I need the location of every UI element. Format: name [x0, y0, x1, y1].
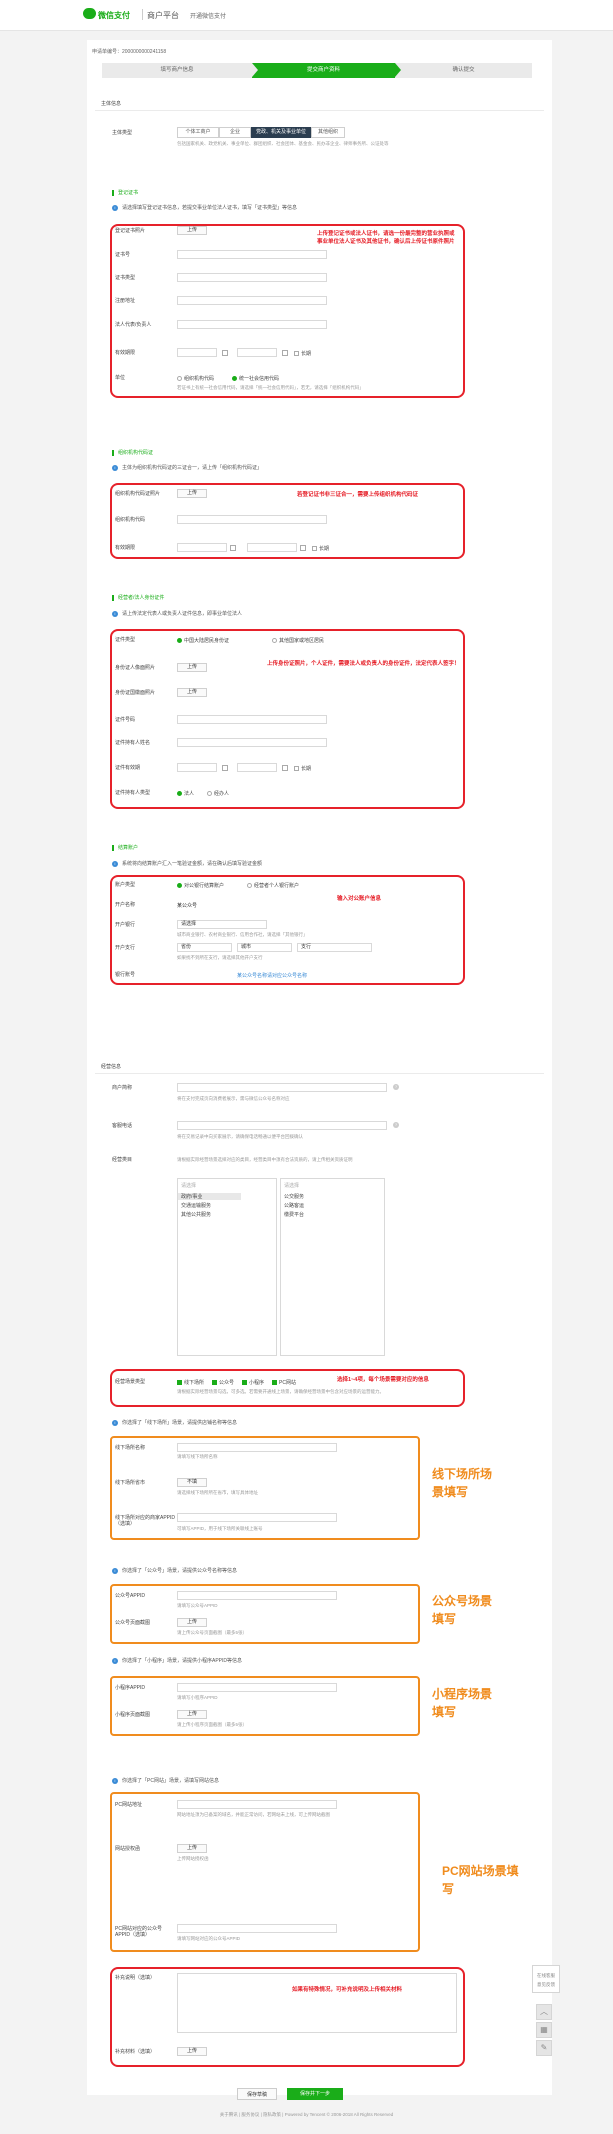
section-title-org: 组织机构代码证: [112, 450, 153, 456]
org-tip-text: 主体为组织机构代码证的三证合一，请上传「组织机构代码证」: [122, 465, 263, 471]
main-panel: 申请单编号：2000000000241158 填写商户信息 提交商户资料 确认提…: [87, 40, 552, 2100]
offline-annotation: 线下场所场景填写: [432, 1467, 493, 1499]
pc-annotation: PC网站场景填写: [442, 1864, 519, 1896]
pc-tip-text: 你选择了「PC网站」场景，请填写网站信息: [122, 1778, 219, 1784]
biz-short-name-label: 商户简称: [112, 1085, 133, 1091]
mp-annotation: 公众号场景填写: [432, 1594, 493, 1626]
cert-tip-text: 请选择填写登记证书信息，若提交事业单位法人证书，填写「证书类型」等信息: [122, 205, 298, 211]
biz-category-label: 经营类目: [112, 1157, 133, 1163]
settle-tip: i 系统将向结算账户汇入一笔验证金额，请在确认后填写验证金额: [112, 860, 262, 867]
step-confirm: 确认提交: [395, 63, 532, 78]
cert-highlight-box: [110, 224, 465, 398]
section-title-settle: 结算账户: [112, 845, 138, 851]
scene-highlight-box: [110, 1369, 465, 1407]
biz-short-name-input[interactable]: [177, 1083, 387, 1092]
subject-type-government[interactable]: 党政、机关及事业单位: [251, 127, 311, 138]
cert-tip: i 请选择填写登记证书信息，若提交事业单位法人证书，填写「证书类型」等信息: [112, 204, 297, 211]
group-title-entity: 主体信息: [101, 101, 122, 107]
online-service-button[interactable]: 在线客服 意见反馈: [532, 1965, 560, 1993]
apply-number: 申请单编号：2000000000241158: [92, 49, 167, 55]
category-item[interactable]: 交通运输服务: [181, 1202, 211, 1209]
step-fill-info: 填写商户信息: [102, 63, 252, 78]
progress-steps: 填写商户信息 提交商户资料 确认提交: [102, 63, 532, 78]
footer: 关于腾讯 | 服务协议 | 隐私政策 | Powered by Tencent …: [219, 2112, 394, 2117]
id-highlight-box: [110, 629, 465, 809]
open-wechat-pay-link[interactable]: 开通微信支付: [190, 11, 226, 20]
biz-category-hint: 请根据实际经营场景选择对应的类目，经营类目中须有合法资质的，请上传相关资质证明: [177, 1157, 353, 1162]
category-item[interactable]: 其他公共服务: [181, 1211, 211, 1218]
info-icon: i: [112, 464, 118, 471]
mp-tip-text: 你选择了「公众号」场景，请提供公众号名称等信息: [122, 1568, 238, 1574]
info-icon: i: [112, 1419, 118, 1426]
mini-annotation: 小程序场景填写: [432, 1687, 493, 1719]
extra-highlight-box: [110, 1967, 465, 2067]
info-icon: i: [112, 610, 118, 617]
help-icon[interactable]: ?: [393, 1084, 399, 1090]
biz-short-name-hint: 将在支付完成页向消费者展示，需与微信公众号名称对应: [177, 1096, 290, 1101]
category-search-right[interactable]: 请选择: [284, 1182, 299, 1189]
save-draft-button[interactable]: 保存草稿: [237, 2088, 277, 2100]
header-divider: [142, 9, 143, 20]
divider: [95, 1073, 544, 1074]
subject-type-individual[interactable]: 个体工商户: [177, 127, 219, 138]
offline-highlight-box: [110, 1436, 420, 1540]
mini-tip: i 你选择了「小程序」场景，请提供小程序APPID等信息: [112, 1657, 242, 1664]
category-item[interactable]: 公交服务: [284, 1193, 304, 1200]
section-title-id: 经营者/法人身份证件: [112, 595, 164, 601]
mp-highlight-box: [110, 1584, 420, 1644]
mp-tip: i 你选择了「公众号」场景，请提供公众号名称等信息: [112, 1567, 237, 1574]
settle-highlight-box: [110, 875, 465, 985]
biz-phone-input[interactable]: [177, 1121, 387, 1130]
category-item[interactable]: 政府/事业: [178, 1193, 241, 1200]
info-icon: i: [112, 1657, 118, 1664]
biz-phone-hint: 将在交易记录中向买家展示，请确保电话畅通以便平台回拨确认: [177, 1134, 303, 1139]
mini-tip-text: 你选择了「小程序」场景，请提供小程序APPID等信息: [122, 1658, 243, 1664]
step-arrow-icon: [252, 63, 258, 77]
pc-tip: i 你选择了「PC网站」场景，请填写网站信息: [112, 1777, 219, 1784]
offline-tip-text: 你选择了「线下场所」场景，请提供店铺名称等信息: [122, 1420, 238, 1426]
top-bar: 微信支付 商户平台 开通微信支付: [0, 0, 613, 31]
feedback-label: 意见反馈: [537, 1982, 555, 1987]
info-icon: i: [112, 1567, 118, 1574]
wechat-pay-logo-icon: [83, 8, 96, 19]
save-next-button[interactable]: 保存并下一步: [287, 2088, 343, 2100]
qrcode-icon[interactable]: ▦: [536, 2022, 552, 2038]
step-submit-materials: 提交商户资料: [252, 63, 395, 78]
group-title-business: 经营信息: [101, 1064, 122, 1070]
info-icon: i: [112, 1777, 118, 1784]
pc-highlight-box: [110, 1792, 420, 1952]
merchant-platform-title: 商户平台: [147, 11, 179, 20]
biz-phone-label: 客服电话: [112, 1123, 133, 1129]
subject-type-label: 主体类型: [112, 130, 133, 136]
step-arrow-icon: [395, 63, 401, 77]
id-tip-text: 请上传法定代表人或负责人证件信息，即事业单位法人: [122, 611, 243, 617]
org-highlight-box: [110, 483, 465, 559]
subject-type-other[interactable]: 其他组织: [311, 127, 345, 138]
org-tip: i 主体为组织机构代码证的三证合一，请上传「组织机构代码证」: [112, 464, 262, 471]
category-item[interactable]: 公路客运: [284, 1202, 304, 1209]
info-icon: i: [112, 204, 118, 211]
id-tip: i 请上传法定代表人或负责人证件信息，即事业单位法人: [112, 610, 242, 617]
divider: [95, 110, 544, 111]
category-list-right[interactable]: 请选择 公交服务 公路客运 缴费平台: [280, 1178, 385, 1356]
mini-highlight-box: [110, 1676, 420, 1736]
brand-name: 微信支付: [98, 11, 130, 20]
settle-tip-text: 系统将向结算账户汇入一笔验证金额，请在确认后填写验证金额: [122, 861, 263, 867]
edit-icon[interactable]: ✎: [536, 2040, 552, 2056]
scroll-top-icon[interactable]: ︿: [536, 2004, 552, 2020]
category-search-left[interactable]: 请选择: [181, 1182, 196, 1189]
online-service-label: 在线客服: [537, 1973, 555, 1978]
category-list-left[interactable]: 请选择 政府/事业 交通运输服务 其他公共服务: [177, 1178, 277, 1356]
subject-type-enterprise[interactable]: 企业: [219, 127, 251, 138]
subject-type-hint: 包括国家机关、政党机关、事业单位、群团组织、社会团体、基金会、民办非企业、律师事…: [177, 141, 389, 146]
section-title-cert: 登记证书: [112, 190, 138, 196]
help-icon[interactable]: ?: [393, 1122, 399, 1128]
category-item[interactable]: 缴费平台: [284, 1211, 304, 1218]
offline-tip: i 你选择了「线下场所」场景，请提供店铺名称等信息: [112, 1419, 237, 1426]
info-icon: i: [112, 860, 118, 867]
